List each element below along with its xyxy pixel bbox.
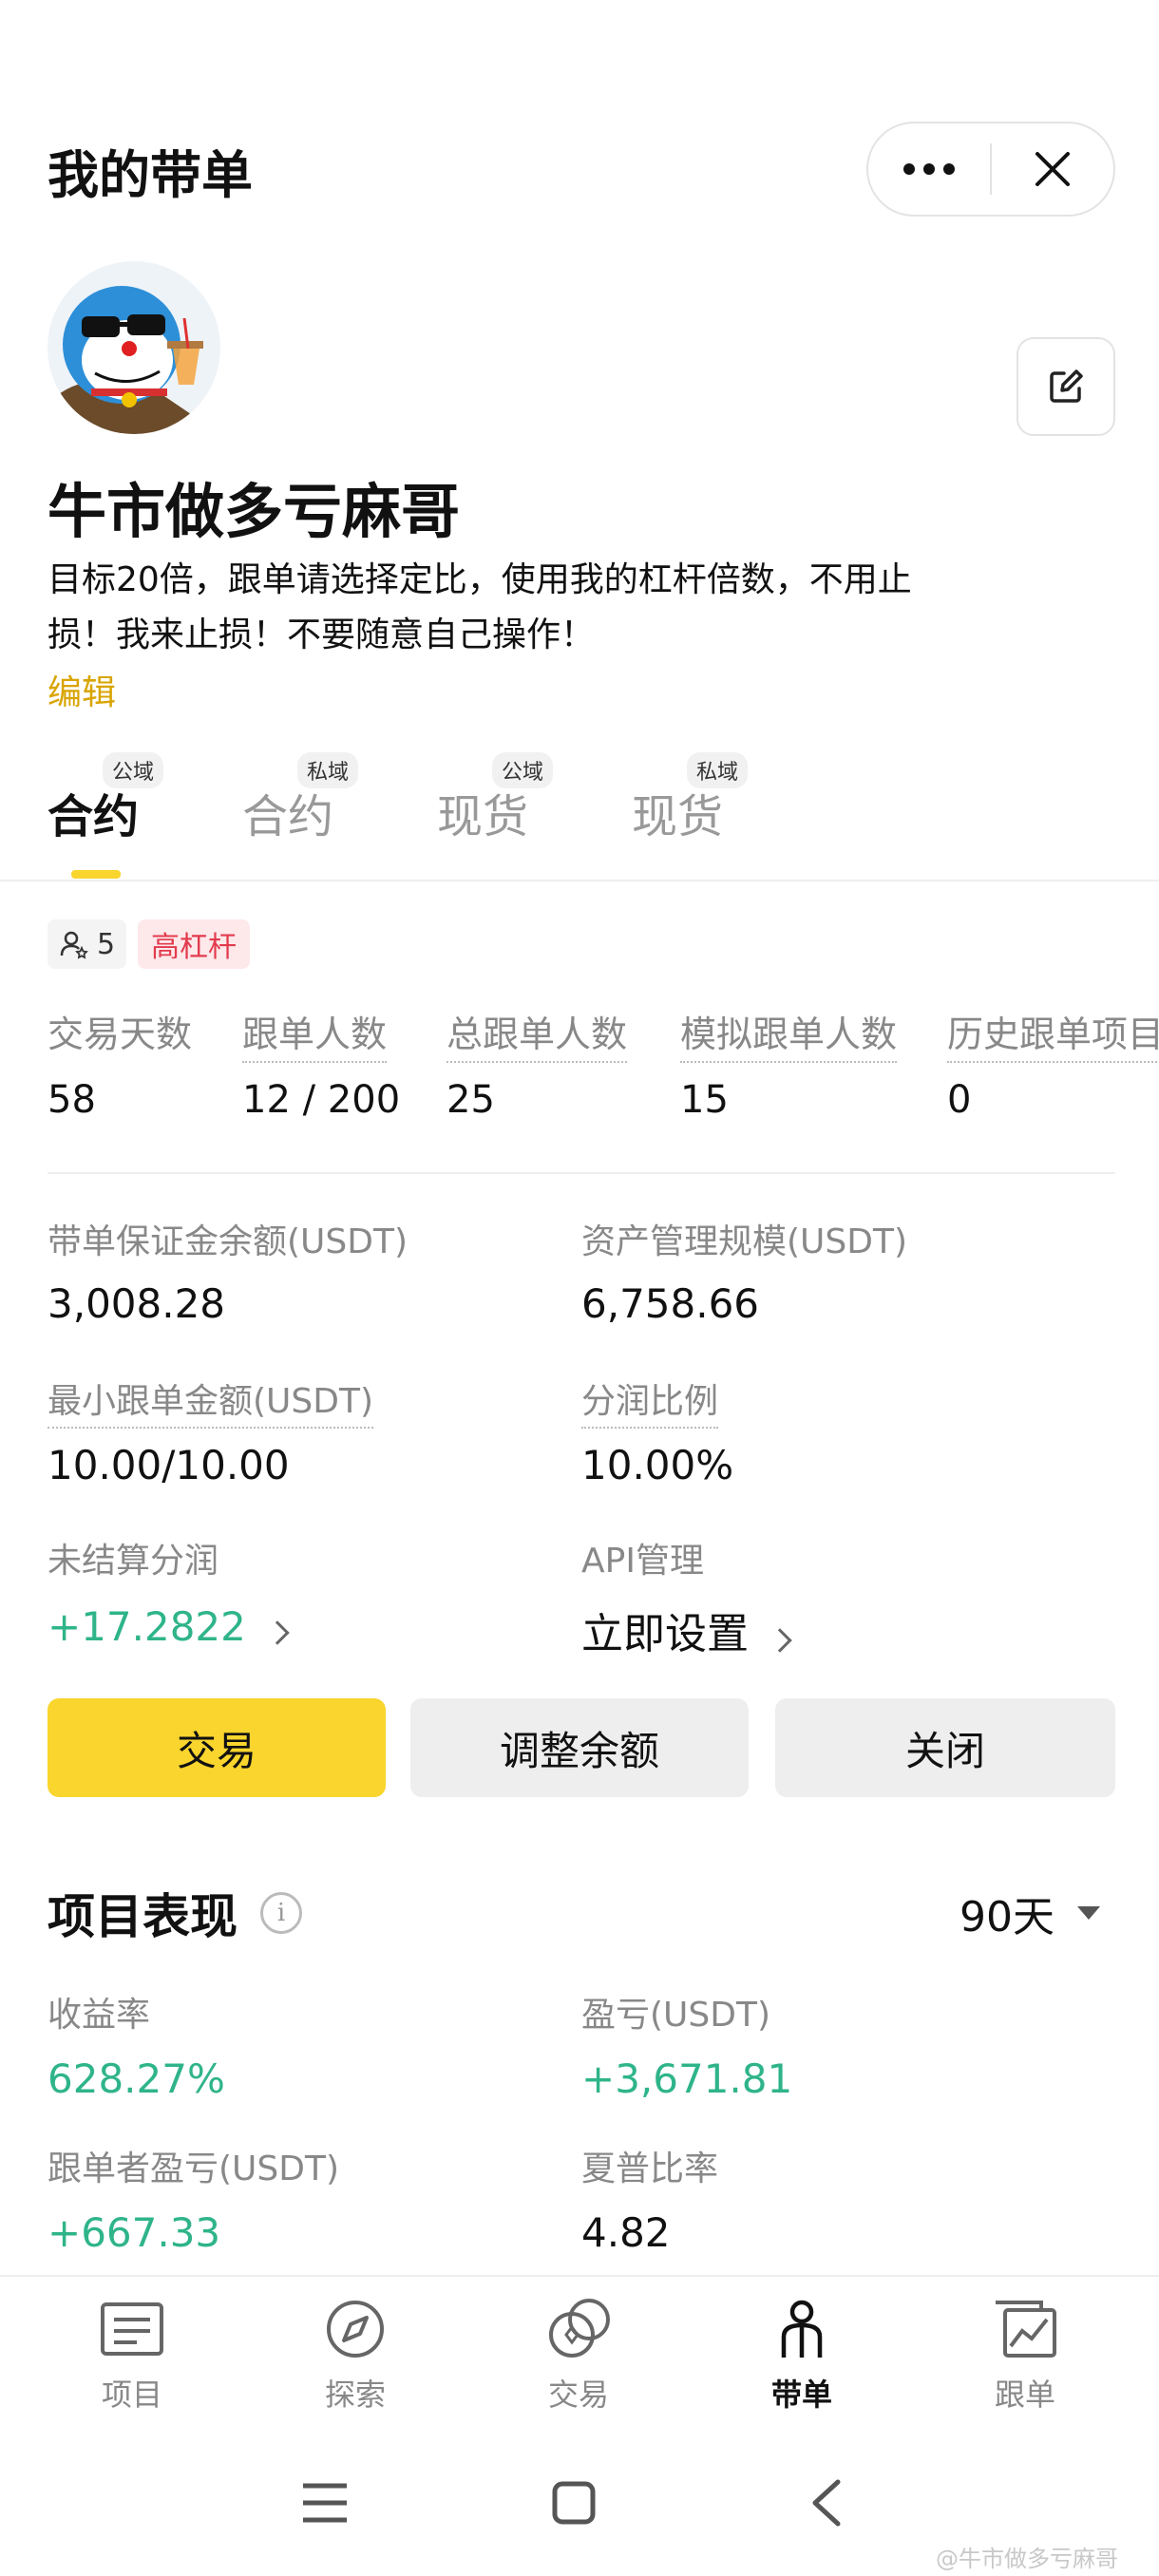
profit-share-value: 10.00% bbox=[581, 1442, 734, 1488]
min-amount-label[interactable]: 最小跟单金额(USDT) bbox=[48, 1373, 374, 1429]
tab-contract-public[interactable]: 合约 bbox=[48, 779, 139, 845]
tab-spot-public[interactable]: 现货 bbox=[437, 779, 528, 845]
bio-line-2: 损！我来止损！不要随意自己操作！ bbox=[48, 616, 596, 654]
pnl-value: +3,671.81 bbox=[581, 2055, 793, 2102]
follower-pnl-label: 跟单者盈亏(USDT) bbox=[48, 2150, 340, 2188]
stats-divider bbox=[48, 1172, 1115, 1174]
compass-icon bbox=[327, 2301, 384, 2358]
chevron-right-icon bbox=[265, 1619, 290, 1645]
tab-badge: 私域 bbox=[687, 752, 749, 788]
tabs-divider bbox=[0, 880, 1159, 881]
nav-label: 带单 bbox=[770, 2377, 832, 2413]
menu-icon bbox=[303, 2483, 347, 2523]
back-icon bbox=[812, 2479, 841, 2527]
roi-label: 收益率 bbox=[48, 1996, 151, 2035]
close-icon bbox=[1035, 152, 1070, 186]
stat-history-clip: 历史跟单项目 bbox=[947, 988, 1159, 1064]
stat-followers-label[interactable]: 跟单人数 bbox=[242, 1005, 388, 1063]
edit-bio-link[interactable]: 编辑 bbox=[48, 665, 116, 714]
page-title: 我的带单 bbox=[48, 145, 253, 205]
pnl-label: 盈亏(USDT) bbox=[581, 1996, 771, 2035]
nav-label: 项目 bbox=[101, 2377, 162, 2413]
system-menu-button[interactable] bbox=[277, 2470, 372, 2536]
edit-icon bbox=[1050, 369, 1083, 403]
stat-history-projects-value: 0 bbox=[947, 1078, 972, 1122]
api-setup-link[interactable]: 立即设置 bbox=[581, 1600, 792, 1660]
unsettled-profit-label: 未结算分润 bbox=[48, 1542, 219, 1581]
list-icon bbox=[101, 2302, 163, 2356]
nav-label: 跟单 bbox=[994, 2377, 1055, 2413]
api-management-label: API管理 bbox=[581, 1542, 704, 1581]
sharpe-ratio-label: 夏普比率 bbox=[581, 2150, 719, 2188]
chart-icon bbox=[996, 2301, 1056, 2358]
performance-title: 项目表现 bbox=[48, 1889, 238, 1944]
stat-total-followers-label[interactable]: 总跟单人数 bbox=[446, 1005, 628, 1063]
system-home-button[interactable] bbox=[526, 2470, 621, 2536]
unsettled-profit-link[interactable]: +17.2822 bbox=[48, 1603, 290, 1650]
stat-trading-days-value: 58 bbox=[48, 1078, 96, 1122]
avatar-image bbox=[48, 261, 220, 434]
followers-chip: 5 bbox=[48, 919, 127, 969]
stat-total-followers-value: 25 bbox=[446, 1078, 495, 1122]
tab-badge: 公域 bbox=[492, 752, 554, 788]
stat-trading-days-label: 交易天数 bbox=[48, 1013, 193, 1055]
tab-label: 现货 bbox=[437, 790, 529, 843]
followers-count: 5 bbox=[97, 927, 116, 961]
tab-label: 合约 bbox=[242, 790, 334, 843]
margin-balance-label: 带单保证金余额(USDT) bbox=[48, 1222, 408, 1261]
aum-label: 资产管理规模(USDT) bbox=[581, 1222, 908, 1261]
nav-item-explore[interactable]: 探索 bbox=[279, 2299, 431, 2415]
margin-balance-value: 3,008.28 bbox=[48, 1280, 226, 1327]
nav-item-trade[interactable]: 交易 bbox=[503, 2299, 655, 2415]
trade-icon bbox=[549, 2299, 610, 2358]
nav-label: 交易 bbox=[547, 2377, 609, 2413]
tab-badge: 私域 bbox=[297, 752, 359, 788]
bio: 目标20倍，跟单请选择定比，使用我的杠杆倍数，不用止 损！我来止损！不要随意自己… bbox=[48, 553, 1016, 663]
nickname: 牛市做多亏麻哥 bbox=[48, 477, 461, 546]
nav-item-projects[interactable]: 项目 bbox=[56, 2299, 208, 2415]
follower-pnl-value: +667.33 bbox=[48, 2209, 221, 2256]
avatar[interactable] bbox=[48, 261, 220, 434]
home-square-icon bbox=[552, 2481, 596, 2525]
adjust-balance-button[interactable]: 调整余额 bbox=[410, 1698, 749, 1797]
info-icon[interactable]: i bbox=[260, 1892, 302, 1934]
tab-label: 现货 bbox=[632, 790, 724, 843]
caret-down-icon bbox=[1077, 1906, 1100, 1920]
trade-button[interactable]: 交易 bbox=[48, 1698, 386, 1797]
close-project-button[interactable]: 关闭 bbox=[775, 1698, 1115, 1797]
mini-program-capsule bbox=[866, 122, 1115, 217]
tab-label: 合约 bbox=[48, 790, 140, 843]
bio-line-1: 目标20倍，跟单请选择定比，使用我的杠杆倍数，不用止 bbox=[48, 560, 912, 599]
tab-spot-private[interactable]: 现货 bbox=[632, 779, 723, 845]
aum-value: 6,758.66 bbox=[581, 1280, 760, 1327]
stat-followers-value: 12 / 200 bbox=[242, 1078, 401, 1122]
api-setup-text: 立即设置 bbox=[581, 1610, 749, 1658]
stat-history-projects-label[interactable]: 历史跟单项目 bbox=[947, 1005, 1159, 1063]
stat-simulated-followers-value: 15 bbox=[680, 1078, 729, 1122]
high-leverage-tag: 高杠杆 bbox=[138, 919, 250, 969]
roi-value: 628.27% bbox=[48, 2055, 225, 2102]
period-value: 90天 bbox=[960, 1893, 1054, 1941]
period-selector[interactable]: 90天 bbox=[960, 1883, 1100, 1943]
profit-share-label[interactable]: 分润比例 bbox=[581, 1373, 719, 1429]
person-icon bbox=[781, 2300, 823, 2358]
nav-item-lead-trading[interactable]: 带单 bbox=[726, 2299, 878, 2415]
sharpe-ratio-value: 4.82 bbox=[581, 2209, 671, 2256]
followers-icon bbox=[60, 931, 88, 959]
min-amount-value: 10.00/10.00 bbox=[48, 1442, 290, 1488]
nav-label: 探索 bbox=[324, 2377, 386, 2413]
more-dots-icon bbox=[903, 163, 955, 175]
more-button[interactable] bbox=[868, 123, 990, 215]
unsettled-profit-value: +17.2822 bbox=[48, 1603, 246, 1650]
tab-contract-private[interactable]: 合约 bbox=[242, 779, 333, 845]
edit-profile-button[interactable] bbox=[1016, 337, 1115, 436]
nav-item-copy-trading[interactable]: 跟单 bbox=[949, 2299, 1101, 2415]
system-back-button[interactable] bbox=[779, 2470, 874, 2536]
tab-badge: 公域 bbox=[103, 752, 164, 788]
watermark: @牛市做多亏麻哥 bbox=[936, 2546, 1118, 2572]
tab-active-indicator bbox=[71, 870, 121, 879]
stat-simulated-followers-label[interactable]: 模拟跟单人数 bbox=[680, 1005, 898, 1063]
close-button[interactable] bbox=[992, 123, 1113, 215]
chevron-right-icon bbox=[768, 1627, 792, 1653]
